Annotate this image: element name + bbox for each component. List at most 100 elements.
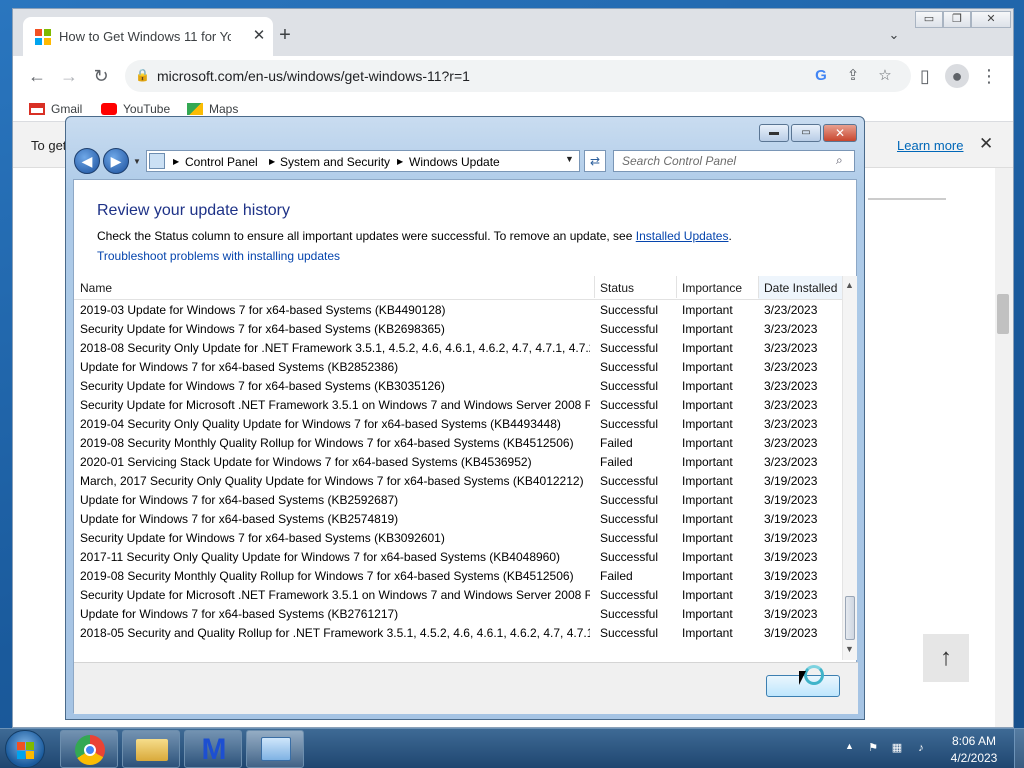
table-row[interactable]: Security Update for Microsoft .NET Frame…: [74, 395, 842, 414]
breadcrumb-separator-icon[interactable]: ▶: [269, 154, 275, 170]
table-row[interactable]: Update for Windows 7 for x64-based Syste…: [74, 604, 842, 623]
update-list[interactable]: 2019-03 Update for Windows 7 for x64-bas…: [74, 300, 842, 660]
installed-updates-link[interactable]: Installed Updates: [636, 229, 729, 243]
breadcrumb-system-security[interactable]: System and Security: [280, 154, 390, 170]
taskbar-chrome[interactable]: [60, 730, 118, 768]
troubleshoot-link[interactable]: Troubleshoot problems with installing up…: [97, 249, 340, 263]
list-scrollbar[interactable]: ▲ ▼: [842, 276, 857, 660]
clock-date[interactable]: 4/2/2023: [944, 751, 1004, 765]
cell-date: 3/19/2023: [764, 588, 818, 602]
cell-date: 3/23/2023: [764, 455, 818, 469]
taskbar: M ▲ ⚑ ▦ ♪ 8:06 AM 4/2/2023: [0, 728, 1024, 768]
nav-forward-button[interactable]: ▶: [103, 148, 129, 174]
network-icon[interactable]: ▦: [890, 741, 904, 755]
breadcrumb-separator-icon[interactable]: ▶: [397, 154, 403, 170]
page-divider: [868, 198, 946, 200]
page-title: Review your update history: [97, 202, 290, 219]
browser-close-button[interactable]: ✕: [971, 11, 1011, 28]
forward-icon[interactable]: →: [57, 64, 81, 88]
table-row[interactable]: March, 2017 Security Only Quality Update…: [74, 471, 842, 490]
table-row[interactable]: Update for Windows 7 for x64-based Syste…: [74, 509, 842, 528]
browser-tab[interactable]: How to Get Windows 11 for Your ✕: [23, 17, 273, 56]
cell-importance: Important: [682, 322, 733, 336]
table-row[interactable]: 2020-01 Servicing Stack Update for Windo…: [74, 452, 842, 471]
address-bar[interactable]: 🔒 microsoft.com/en-us/windows/get-window…: [125, 60, 911, 92]
table-row[interactable]: 2017-11 Security Only Quality Update for…: [74, 547, 842, 566]
show-desktop-button[interactable]: [1014, 729, 1024, 768]
scroll-up-icon[interactable]: ▲: [845, 280, 854, 290]
cell-status: Successful: [600, 512, 659, 526]
breadcrumb-control-panel[interactable]: Control Panel: [185, 154, 258, 170]
nav-back-button[interactable]: ◀: [74, 148, 100, 174]
bookmark-star-icon[interactable]: ☆: [875, 66, 895, 86]
breadcrumb-separator-icon[interactable]: ▶: [173, 154, 179, 170]
banner-close-icon[interactable]: ✕: [979, 134, 993, 154]
taskbar-explorer[interactable]: [122, 730, 180, 768]
table-row[interactable]: Update for Windows 7 for x64-based Syste…: [74, 357, 842, 376]
clock-time[interactable]: 8:06 AM: [944, 734, 1004, 748]
cell-status: Failed: [600, 436, 633, 450]
column-header-date-installed[interactable]: Date Installed: [764, 281, 837, 297]
microsoft-logo-icon: [35, 29, 51, 45]
address-dropdown-icon[interactable]: ▼: [565, 154, 574, 164]
window-close-button[interactable]: ✕: [823, 124, 857, 142]
scroll-to-top-button[interactable]: ↑: [923, 634, 969, 682]
column-divider[interactable]: [758, 276, 759, 298]
reload-icon[interactable]: ↻: [89, 64, 113, 88]
browser-minimize-button[interactable]: ▭: [915, 11, 943, 28]
start-button[interactable]: [5, 730, 45, 768]
cell-importance: Important: [682, 569, 733, 583]
back-icon[interactable]: ←: [25, 64, 49, 88]
cell-name: Security Update for Windows 7 for x64-ba…: [80, 322, 445, 336]
table-row[interactable]: Security Update for Microsoft .NET Frame…: [74, 585, 842, 604]
table-row[interactable]: Security Update for Windows 7 for x64-ba…: [74, 376, 842, 395]
search-input[interactable]: Search Control Panel ⌕: [613, 150, 855, 172]
table-row[interactable]: Update for Windows 7 for x64-based Syste…: [74, 490, 842, 509]
tab-close-icon[interactable]: ✕: [249, 26, 269, 46]
column-header-name[interactable]: Name: [80, 281, 112, 297]
page-scrollbar-thumb[interactable]: [997, 294, 1009, 334]
browser-maximize-button[interactable]: ❐: [943, 11, 971, 28]
cell-name: Update for Windows 7 for x64-based Syste…: [80, 493, 399, 507]
column-divider[interactable]: [676, 276, 677, 298]
column-divider[interactable]: [594, 276, 595, 298]
table-row[interactable]: 2019-08 Security Monthly Quality Rollup …: [74, 566, 842, 585]
breadcrumb-windows-update[interactable]: Windows Update: [409, 154, 500, 170]
table-row[interactable]: Security Update for Windows 7 for x64-ba…: [74, 319, 842, 338]
url-text[interactable]: microsoft.com/en-us/windows/get-windows-…: [157, 68, 657, 84]
window-maximize-button[interactable]: ▭: [791, 124, 821, 142]
page-description: Check the Status column to ensure all im…: [97, 229, 732, 243]
taskbar-control-panel[interactable]: [246, 730, 304, 768]
new-tab-button[interactable]: +: [275, 25, 295, 45]
google-translate-icon[interactable]: G: [811, 66, 831, 86]
page-scrollbar[interactable]: [995, 168, 1013, 727]
taskbar-malwarebytes[interactable]: M: [184, 730, 242, 768]
profile-avatar-icon[interactable]: ●: [945, 64, 969, 88]
recent-pages-dropdown-icon[interactable]: ▼: [133, 157, 143, 167]
search-icon[interactable]: ⌕: [836, 153, 843, 168]
tab-search-icon[interactable]: ⌄: [885, 27, 903, 45]
share-icon[interactable]: ⇪: [843, 66, 863, 86]
tab-title: How to Get Windows 11 for Your: [59, 29, 231, 44]
table-row[interactable]: 2019-04 Security Only Quality Update for…: [74, 414, 842, 433]
table-row[interactable]: 2018-08 Security Only Update for .NET Fr…: [74, 338, 842, 357]
cell-status: Successful: [600, 607, 659, 621]
table-row[interactable]: 2019-08 Security Monthly Quality Rollup …: [74, 433, 842, 452]
show-hidden-icons-icon[interactable]: ▲: [845, 741, 854, 751]
scroll-down-icon[interactable]: ▼: [845, 644, 854, 654]
action-center-flag-icon[interactable]: ⚑: [866, 741, 880, 755]
column-header-status[interactable]: Status: [600, 281, 634, 297]
refresh-icon[interactable]: ⇄: [584, 150, 606, 172]
table-row[interactable]: 2018-05 Security and Quality Rollup for …: [74, 623, 842, 642]
column-header-importance[interactable]: Importance: [682, 281, 742, 297]
window-minimize-button[interactable]: ▬: [759, 124, 789, 142]
menu-dots-icon[interactable]: ⋮: [977, 64, 1001, 88]
cell-name: Security Update for Microsoft .NET Frame…: [80, 398, 590, 412]
table-row[interactable]: 2019-03 Update for Windows 7 for x64-bas…: [74, 300, 842, 319]
breadcrumb[interactable]: ▶ Control Panel ▶ System and Security ▶ …: [146, 150, 580, 172]
volume-muted-icon[interactable]: ♪: [914, 741, 928, 755]
list-scrollbar-thumb[interactable]: [845, 596, 855, 640]
side-panel-icon[interactable]: ▯: [913, 64, 937, 88]
learn-more-link[interactable]: Learn more: [897, 138, 963, 153]
table-row[interactable]: Security Update for Windows 7 for x64-ba…: [74, 528, 842, 547]
